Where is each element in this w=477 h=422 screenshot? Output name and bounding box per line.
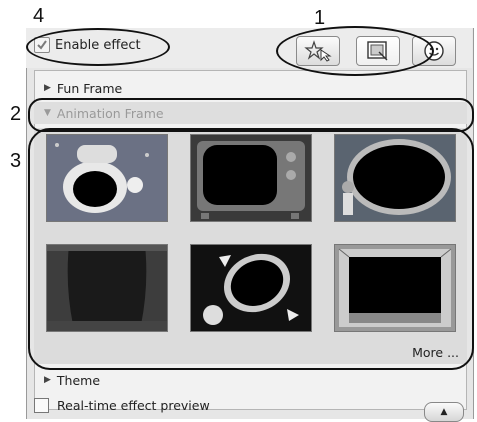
rocket-frame-icon [191,245,311,331]
window-frame-icon [335,245,455,331]
category-animation-frame[interactable]: ▼ Animation Frame [34,102,467,124]
realtime-preview-label: Real-time effect preview [57,398,210,413]
expand-arrow-icon: ▶ [44,375,51,385]
callout-2: 2 [10,103,22,125]
callout-3: 3 [10,150,22,172]
frame-thumb-tv[interactable] [190,134,312,222]
category-label: Fun Frame [56,80,123,96]
tab-emoticons[interactable] [412,36,456,66]
callout-4: 4 [33,5,45,27]
more-link[interactable]: More ... [412,345,459,360]
enable-effect-checkbox[interactable]: Enable effect [34,34,141,56]
frame-thumb-cartoon[interactable] [46,134,168,222]
frame-thumb-window[interactable] [334,244,456,332]
smiley-icon [424,41,444,61]
frame-thumb-rocket[interactable] [190,244,312,332]
expand-arrow-icon: ▶ [44,83,51,93]
checkbox-unchecked-icon [34,398,49,413]
collapse-panel-button[interactable]: ▲ [424,402,464,422]
tv-frame-icon [191,135,311,221]
category-theme[interactable]: ▶ Theme [34,369,467,391]
up-arrow-icon: ▲ [440,407,448,417]
frame-photo-icon [367,41,388,61]
realtime-preview-checkbox[interactable]: Real-time effect preview [34,398,210,413]
collapse-arrow-icon: ▼ [44,108,51,118]
frame-thumb-curtain[interactable] [46,244,168,332]
category-label: Animation Frame [56,105,164,121]
tab-cursor-effects[interactable] [296,36,340,66]
category-fun-frame[interactable]: ▶ Fun Frame [34,77,467,99]
callout-1: 1 [314,7,326,29]
tab-frames[interactable] [356,36,400,66]
enable-effect-label: Enable effect [55,37,141,53]
cartoon-frame-icon [47,135,167,221]
star-cursor-icon [304,40,332,62]
category-label: Theme [56,372,101,388]
checkbox-checked-icon [34,37,50,53]
vase-frame-icon [335,135,455,221]
frame-thumb-vase[interactable] [334,134,456,222]
curtain-frame-icon [47,245,167,331]
